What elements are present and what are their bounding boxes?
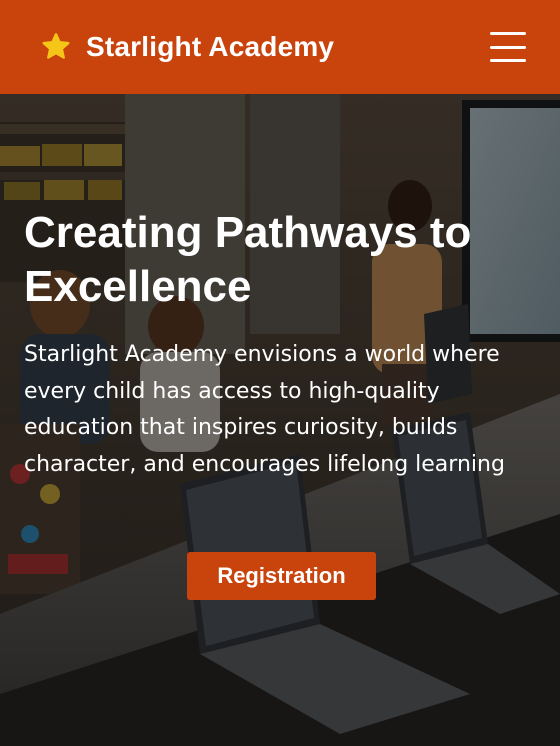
brand[interactable]: Starlight Academy: [40, 31, 334, 63]
hero-section: Creating Pathways to Excellence Starligh…: [0, 94, 560, 746]
hero-description: Starlight Academy envisions a world wher…: [24, 342, 505, 477]
hero-title: Creating Pathways to Excellence: [24, 208, 472, 311]
brand-name: Starlight Academy: [86, 31, 335, 62]
hero-content: Creating Pathways to Excellence Starligh…: [0, 94, 560, 746]
registration-button[interactable]: Registration: [187, 552, 376, 600]
hamburger-menu-icon[interactable]: [490, 30, 526, 64]
star-icon: [42, 33, 70, 59]
top-navbar: Starlight Academy: [0, 0, 560, 94]
